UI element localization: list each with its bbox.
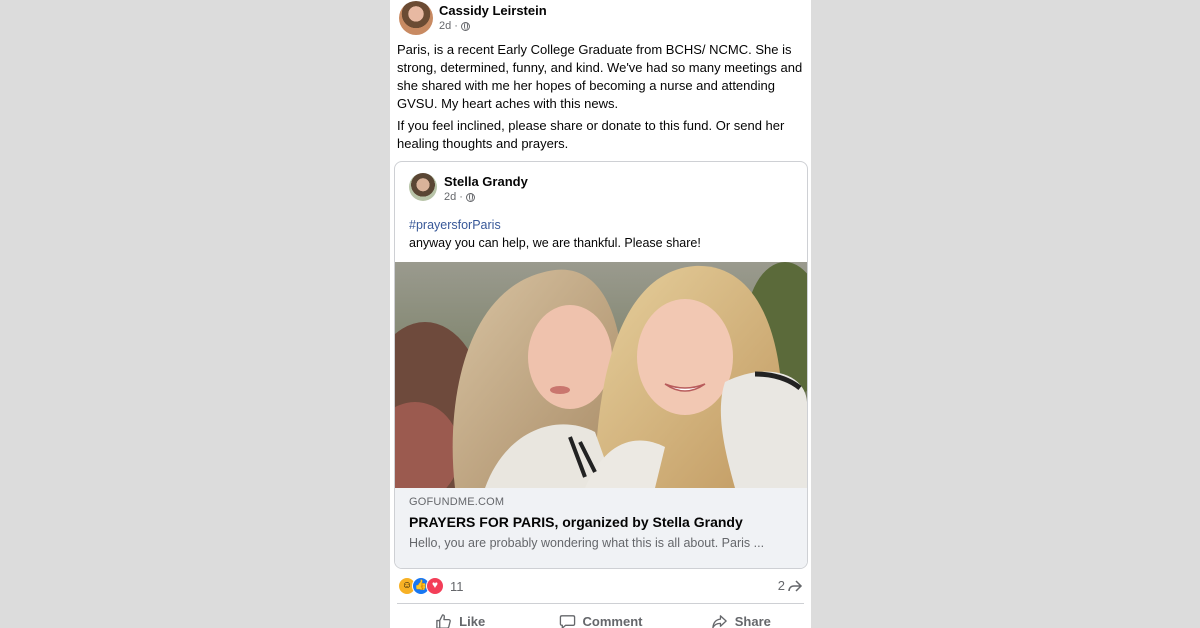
comment-button[interactable]: Comment <box>530 610 670 628</box>
link-preview[interactable]: GOFUNDME.COM PRAYERS FOR PARIS, organize… <box>395 488 807 568</box>
post-time[interactable]: 2d <box>439 20 451 32</box>
facebook-post: Cassidy Leirstein 2d · Paris, is a recen… <box>390 0 811 628</box>
share-label: Share <box>734 613 771 628</box>
share-icon <box>711 614 727 628</box>
share-button[interactable]: Share <box>671 610 811 628</box>
post-body-2: If you feel inclined, please share or do… <box>397 117 807 153</box>
love-reaction-icon: ♥ <box>426 577 444 595</box>
comment-icon <box>559 614 575 628</box>
photo-image <box>395 262 807 488</box>
post-meta: 2d · <box>439 20 470 32</box>
action-bar: Like Comment Share <box>390 610 811 628</box>
link-domain: GOFUNDME.COM <box>409 496 505 508</box>
globe-icon <box>465 192 475 202</box>
like-label: Like <box>459 613 486 628</box>
like-button[interactable]: Like <box>390 610 530 628</box>
share-count-value: 2 <box>777 578 785 593</box>
shared-author-avatar[interactable] <box>409 173 437 201</box>
shared-post[interactable]: Stella Grandy 2d · #prayersforParis anyw… <box>394 161 808 569</box>
shared-author-name[interactable]: Stella Grandy <box>444 174 528 189</box>
hashtag-link[interactable]: #prayersforParis <box>409 218 501 232</box>
globe-icon <box>460 21 470 31</box>
post-paragraph-1: Paris, is a recent Early College Graduat… <box>397 42 803 111</box>
share-count[interactable]: 2 <box>778 578 803 593</box>
post-paragraph-2: If you feel inclined, please share or do… <box>397 118 785 151</box>
author-avatar[interactable] <box>399 1 433 35</box>
link-description: Hello, you are probably wondering what t… <box>409 536 765 550</box>
reaction-summary[interactable]: ☺ 👍 ♥ 11 <box>398 577 464 595</box>
link-title[interactable]: PRAYERS FOR PARIS, organized by Stella G… <box>409 514 743 530</box>
share-arrow-icon <box>788 579 803 592</box>
thumbs-up-icon <box>436 613 451 628</box>
shared-post-time[interactable]: 2d <box>444 191 456 203</box>
post-body: Paris, is a recent Early College Graduat… <box>397 41 807 113</box>
divider <box>397 603 804 604</box>
comment-label: Comment <box>582 613 643 628</box>
reaction-count: 11 <box>450 578 464 594</box>
author-name[interactable]: Cassidy Leirstein <box>439 3 547 18</box>
shared-photo[interactable] <box>395 262 807 488</box>
shared-post-text: anyway you can help, we are thankful. Pl… <box>409 236 701 250</box>
shared-post-meta: 2d · <box>444 191 475 203</box>
